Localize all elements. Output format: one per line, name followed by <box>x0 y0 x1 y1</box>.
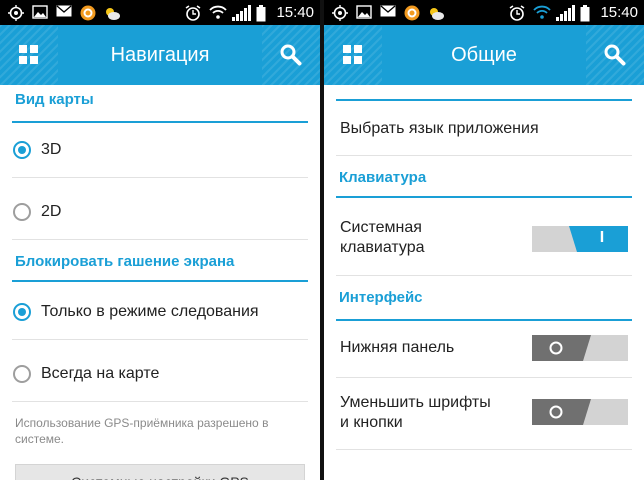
mail-icon <box>380 5 396 20</box>
row-divider <box>336 377 632 378</box>
section-header-screen-lock: Блокировать гашение экрана <box>15 253 235 270</box>
battery-icon <box>256 5 266 22</box>
grid-menu-icon <box>343 45 362 64</box>
alarm-clock-icon <box>509 5 525 21</box>
row-divider <box>12 239 308 240</box>
row-divider <box>12 177 308 178</box>
system-keyboard-toggle[interactable]: I <box>532 226 628 252</box>
option-label: 2D <box>41 203 62 220</box>
image-icon <box>32 5 48 20</box>
gps-settings-button[interactable]: Системные настройки GPS <box>15 464 305 480</box>
menu-button[interactable] <box>324 25 382 85</box>
radio-button[interactable] <box>13 365 31 383</box>
settings-list: Вид карты 3D 2D Блокировать гашение экра… <box>0 85 320 480</box>
search-icon <box>604 44 626 66</box>
mail-icon <box>56 5 72 20</box>
clock: 15:40 <box>276 4 314 21</box>
status-bar: 15:40 <box>0 0 320 25</box>
section-divider <box>336 99 632 101</box>
battery-icon <box>580 5 590 22</box>
option-label: Только в режиме следования <box>41 303 259 320</box>
page-title: Навигация <box>110 44 210 66</box>
bottom-panel-toggle[interactable] <box>532 335 628 361</box>
section-divider <box>12 121 308 123</box>
weather-icon <box>427 5 444 20</box>
section-divider <box>12 280 308 282</box>
option-label: Всегда на карте <box>41 365 160 382</box>
settings-list: Выбрать язык приложения Клавиатура Систе… <box>324 85 644 480</box>
choose-language-item[interactable]: Выбрать язык приложения <box>340 119 539 139</box>
gps-target-icon <box>8 5 24 21</box>
setting-label: Системная <box>340 219 422 236</box>
app-notification-icon <box>80 5 96 21</box>
search-button[interactable] <box>262 25 320 85</box>
wifi-icon <box>209 5 227 20</box>
section-header-interface: Интерфейс <box>339 289 423 306</box>
app-bar: Общие <box>324 25 644 85</box>
search-button[interactable] <box>586 25 644 85</box>
section-divider <box>336 196 632 198</box>
general-settings-screen: 15:40 Общие Выбрать язык приложения Клав… <box>324 0 644 480</box>
option-label: 3D <box>41 141 62 158</box>
row-divider <box>336 275 632 276</box>
toggle-on-label: I <box>599 229 605 246</box>
section-header-keyboard: Клавиатура <box>339 169 427 186</box>
section-divider <box>336 319 632 321</box>
grid-menu-icon <box>19 45 38 64</box>
alarm-clock-icon <box>185 5 201 21</box>
menu-button[interactable] <box>0 25 58 85</box>
radio-button[interactable] <box>13 203 31 221</box>
gps-target-icon <box>332 5 348 21</box>
gps-note-line-2: системе. <box>15 432 64 446</box>
app-notification-icon <box>404 5 420 21</box>
row-divider <box>336 155 632 156</box>
clock: 15:40 <box>600 4 638 21</box>
radio-button-selected[interactable] <box>13 303 31 321</box>
reduce-fonts-toggle[interactable] <box>532 399 628 425</box>
search-icon <box>280 44 302 66</box>
setting-label: Нижняя панель <box>340 339 455 356</box>
setting-label: Уменьшить шрифты <box>340 394 491 411</box>
status-bar: 15:40 <box>324 0 644 25</box>
setting-label: клавиатура <box>340 239 425 256</box>
setting-label: и кнопки <box>340 414 403 431</box>
app-bar: Навигация <box>0 25 320 85</box>
signal-icon <box>556 5 576 21</box>
section-header-map-view: Вид карты <box>15 91 94 108</box>
wifi-icon <box>533 5 551 20</box>
page-title: Общие <box>451 44 517 66</box>
row-divider <box>12 339 308 340</box>
image-icon <box>356 5 372 20</box>
row-divider <box>336 449 632 450</box>
signal-icon <box>232 5 252 21</box>
gps-note-line-1: Использование GPS-приёмника разрешено в <box>15 416 269 430</box>
row-divider <box>12 401 308 402</box>
radio-button-selected[interactable] <box>13 141 31 159</box>
weather-icon <box>103 5 120 20</box>
navigation-settings-screen: 15:40 Навигация Вид карты 3D 2D Блокиров… <box>0 0 320 480</box>
